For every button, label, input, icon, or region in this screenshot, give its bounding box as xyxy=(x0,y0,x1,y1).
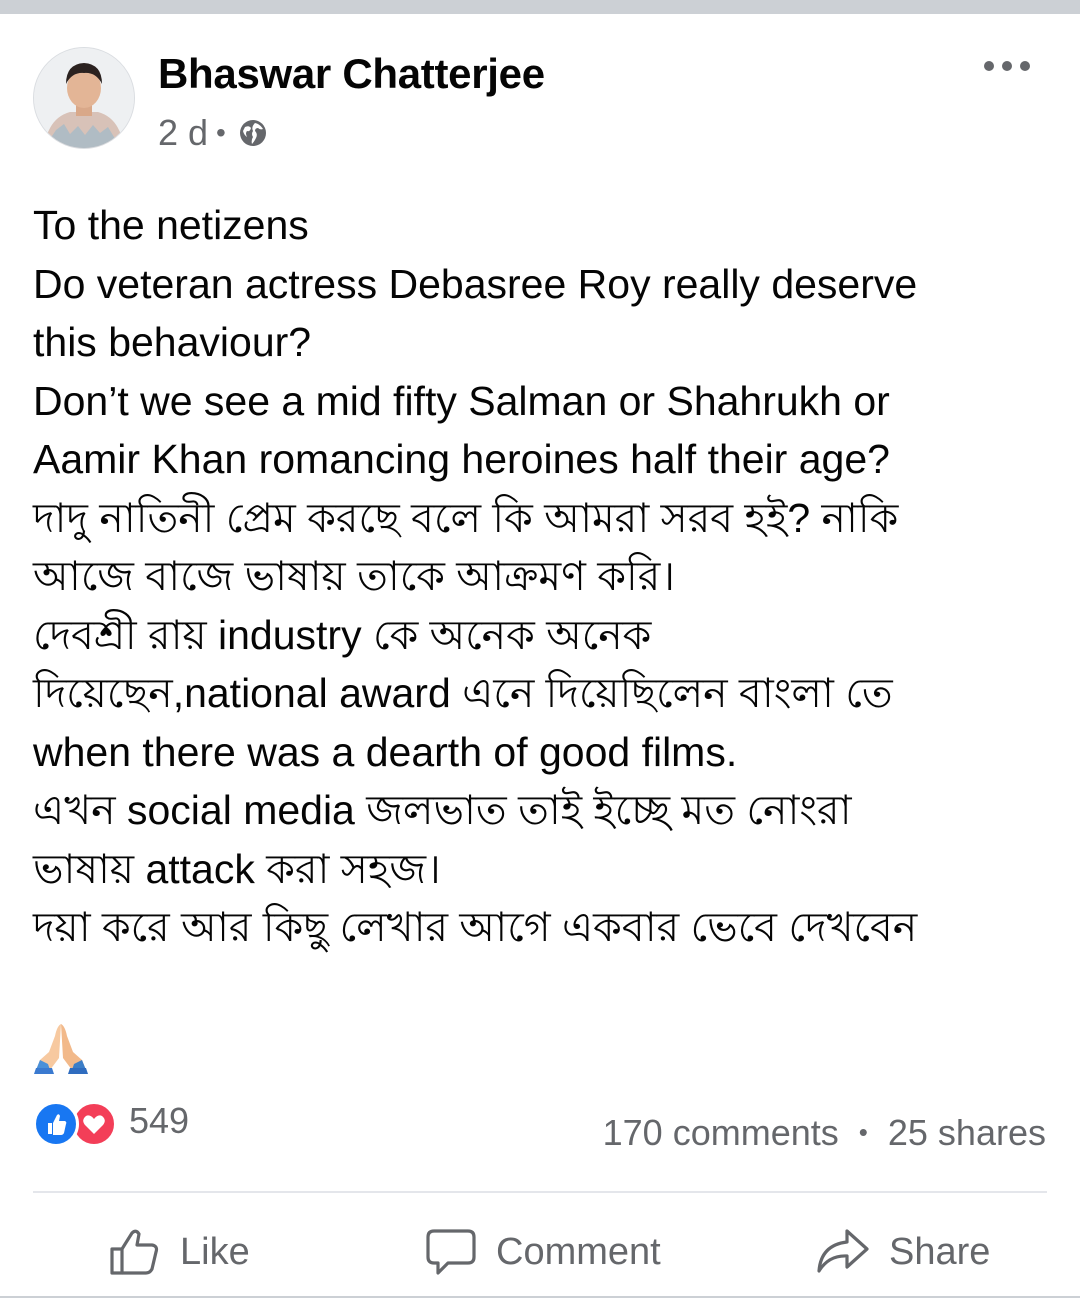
post-line: দয়া করে আর কিছু লেখার আগে একবার ভেবে দে… xyxy=(33,904,918,950)
post-card: Bhaswar Chatterjee 2 d • To the netizens… xyxy=(0,14,1080,1296)
post-time[interactable]: 2 d xyxy=(158,112,208,154)
post-line: this behaviour? xyxy=(33,319,312,365)
like-label: Like xyxy=(180,1230,250,1273)
like-button[interactable]: Like xyxy=(108,1210,250,1294)
post-text: To the netizens Do veteran actress Debas… xyxy=(33,196,1043,957)
shares-count[interactable]: 25 shares xyxy=(888,1112,1046,1153)
counts-separator: • xyxy=(858,1117,868,1147)
post-line: To the netizens xyxy=(33,202,309,248)
post-line: ভাষায় attack করা সহজ। xyxy=(33,845,441,892)
globe-icon xyxy=(239,120,266,146)
engagement-counts: 170 comments • 25 shares xyxy=(603,1112,1046,1154)
folded-hands-emoji xyxy=(34,1024,88,1074)
post-line: এখন social media জলভাত তাই ইচ্ছে মত নোংর… xyxy=(33,787,852,833)
meta-separator: • xyxy=(216,117,226,148)
post-meta: 2 d • xyxy=(158,112,268,154)
reaction-count: 549 xyxy=(129,1100,190,1141)
post-line: Don’t we see a mid fifty Salman or Shahr… xyxy=(33,377,890,424)
author-name[interactable]: Bhaswar Chatterjee xyxy=(158,50,545,98)
author-avatar[interactable] xyxy=(33,47,135,149)
more-options-icon[interactable] xyxy=(984,56,1030,76)
share-button[interactable]: Share xyxy=(815,1210,990,1294)
post-line: Aamir Khan romancing heroines half their… xyxy=(33,436,890,482)
share-label: Share xyxy=(889,1230,991,1273)
reaction-icons xyxy=(33,1098,119,1147)
action-bar: Like Comment Share xyxy=(0,1210,1080,1294)
like-reaction-icon xyxy=(33,1101,79,1147)
post-line: when there was a dearth of good films. xyxy=(33,728,738,775)
reactions-summary[interactable]: 549 xyxy=(33,1098,190,1147)
post-line: দাদু নাতিনী প্রেম করছে বলে কি আমরা সরব হ… xyxy=(33,494,899,541)
comment-button[interactable]: Comment xyxy=(424,1210,661,1294)
comment-bubble-icon xyxy=(426,1229,476,1275)
post-line: Do veteran actress Debasree Roy really d… xyxy=(33,260,918,307)
post-line: আজে বাজে ভাষায় তাকে আক্রমণ করি। xyxy=(33,553,675,599)
divider xyxy=(33,1191,1047,1193)
share-arrow-icon xyxy=(817,1229,869,1273)
thumbs-up-icon xyxy=(110,1229,159,1275)
post-line: দিয়েছেন,national award এনে দিয়েছিলেন ব… xyxy=(33,670,893,716)
comment-label: Comment xyxy=(496,1230,661,1273)
post-line: দেবশ্রী রায় industry কে অনেক অনেক xyxy=(33,611,652,658)
comments-count[interactable]: 170 comments xyxy=(603,1112,839,1153)
